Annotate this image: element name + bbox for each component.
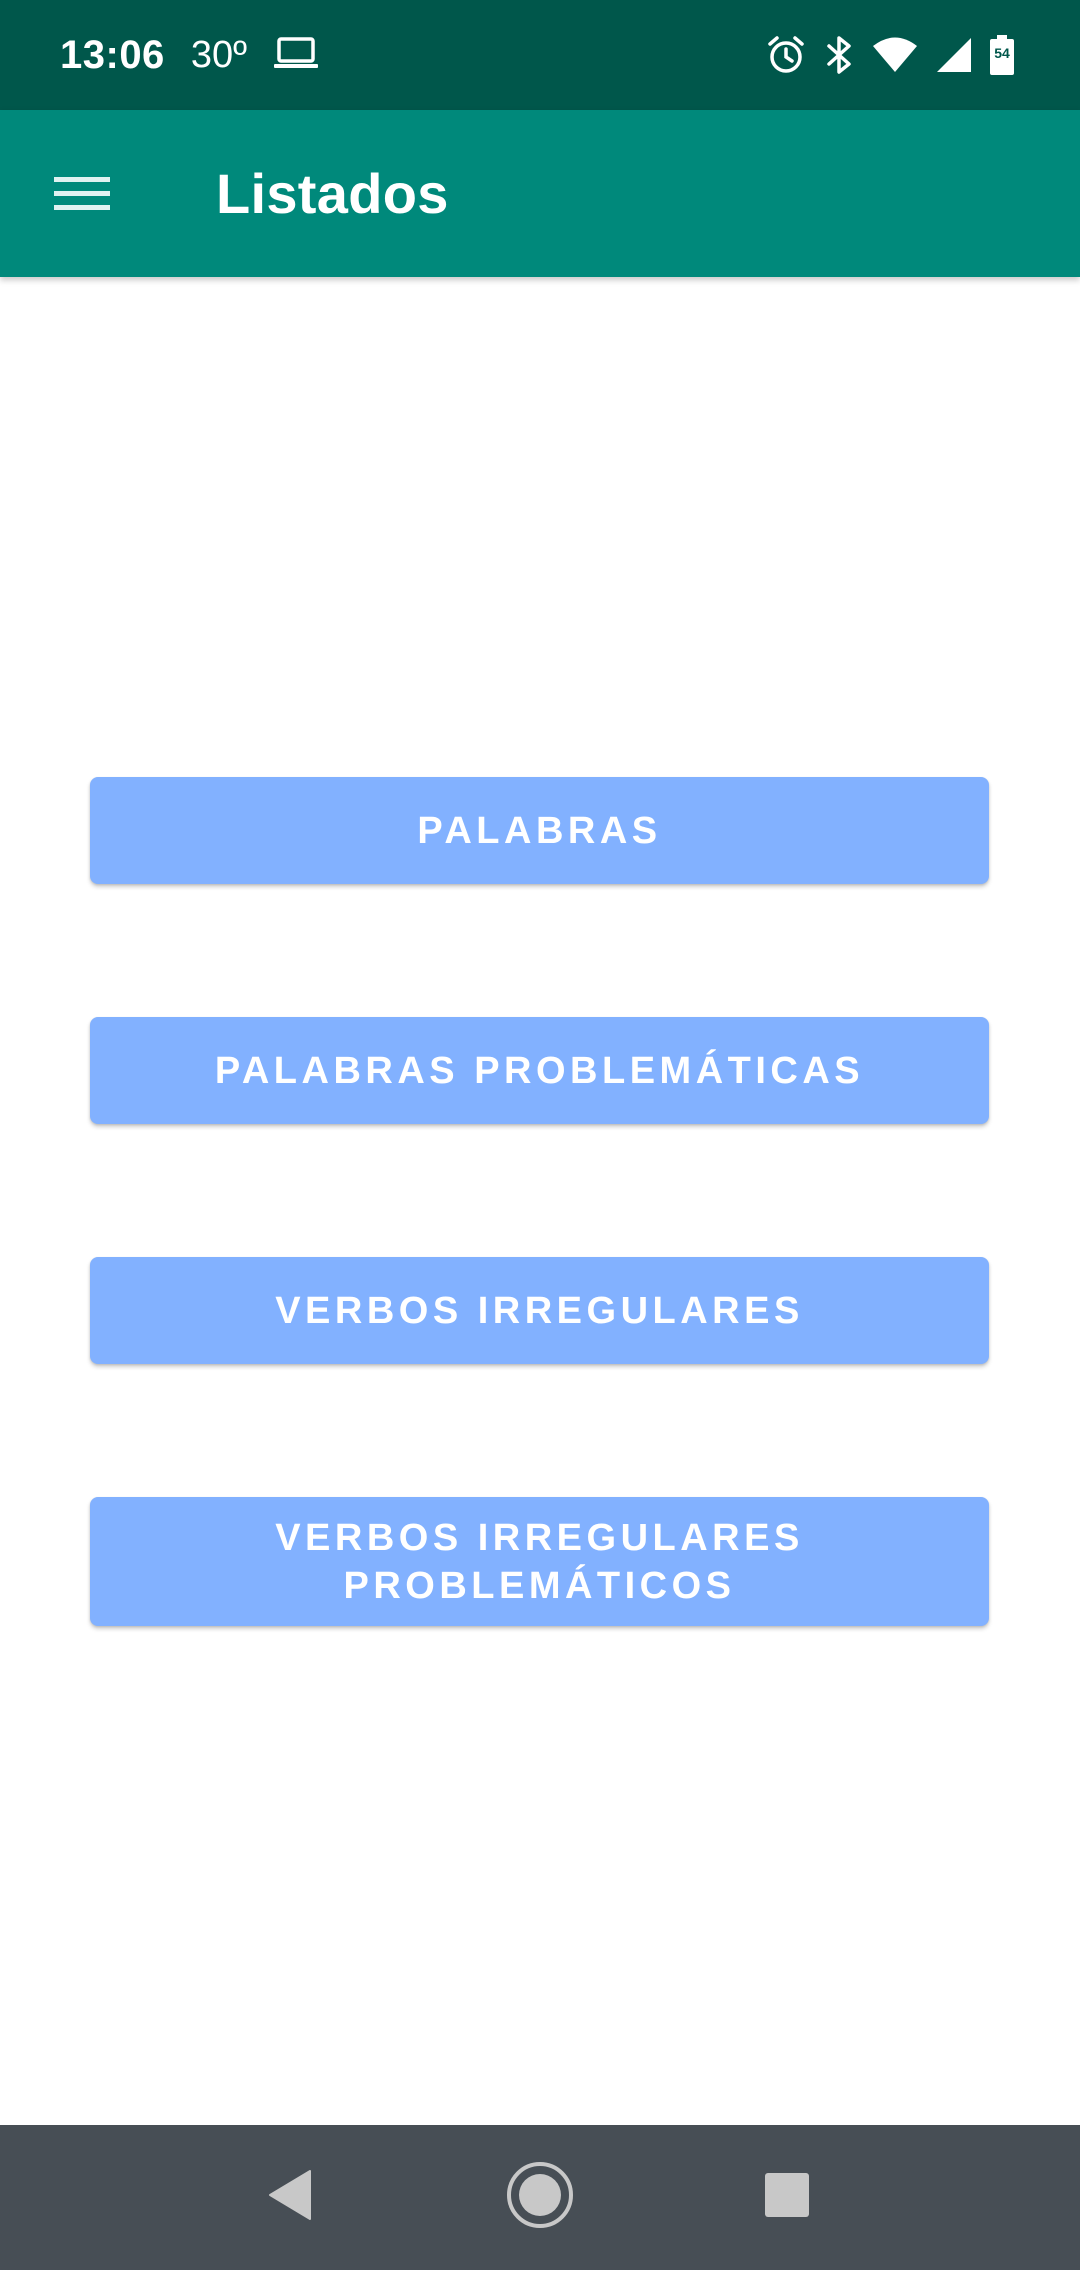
button-label-line-1: VERBOS IRREGULARES: [275, 1516, 804, 1559]
home-circle-icon: [505, 2160, 575, 2235]
verbos-irregulares-problematicos-button[interactable]: VERBOS IRREGULARES PROBLEMÁTICOS: [90, 1497, 989, 1626]
signal-icon: [936, 37, 972, 73]
verbos-irregulares-button-label: VERBOS IRREGULARES: [275, 1289, 804, 1332]
recents-square-icon: [763, 2171, 811, 2224]
palabras-button-label: PALABRAS: [417, 809, 662, 852]
app-bar: Listados: [0, 110, 1080, 277]
palabras-problematicas-button-label: PALABRAS PROBLEMÁTICAS: [214, 1049, 865, 1092]
home-button[interactable]: [490, 2147, 590, 2247]
screen: 13:06 30º 54 Listados PALABRAS PALABRAS …: [0, 0, 1080, 2270]
bluetooth-icon: [824, 35, 854, 75]
verbos-irregulares-problematicos-button-label: VERBOS IRREGULARES PROBLEMÁTICOS: [275, 1514, 804, 1610]
wifi-icon: [872, 37, 918, 73]
battery-icon: 54: [990, 35, 1014, 75]
palabras-button[interactable]: PALABRAS: [90, 777, 989, 884]
status-left: 13:06 30º: [60, 0, 319, 110]
status-right: 54: [766, 0, 1014, 110]
recents-button[interactable]: [737, 2147, 837, 2247]
hamburger-menu-icon: [54, 173, 110, 218]
page-title: Listados: [216, 162, 449, 225]
menu-button[interactable]: [40, 153, 124, 237]
back-triangle-icon: [266, 2169, 314, 2226]
battery-level: 54: [994, 45, 1010, 61]
laptop-icon: [273, 36, 319, 75]
palabras-problematicas-button[interactable]: PALABRAS PROBLEMÁTICAS: [90, 1017, 989, 1124]
status-time: 13:06: [60, 32, 165, 77]
alarm-icon: [766, 35, 806, 75]
navigation-bar: [0, 2125, 1080, 2270]
back-button[interactable]: [240, 2147, 340, 2247]
verbos-irregulares-button[interactable]: VERBOS IRREGULARES: [90, 1257, 989, 1364]
status-temperature: 30º: [190, 33, 247, 76]
status-bar: 13:06 30º 54: [0, 0, 1080, 110]
button-label-line-2: PROBLEMÁTICOS: [343, 1564, 736, 1607]
